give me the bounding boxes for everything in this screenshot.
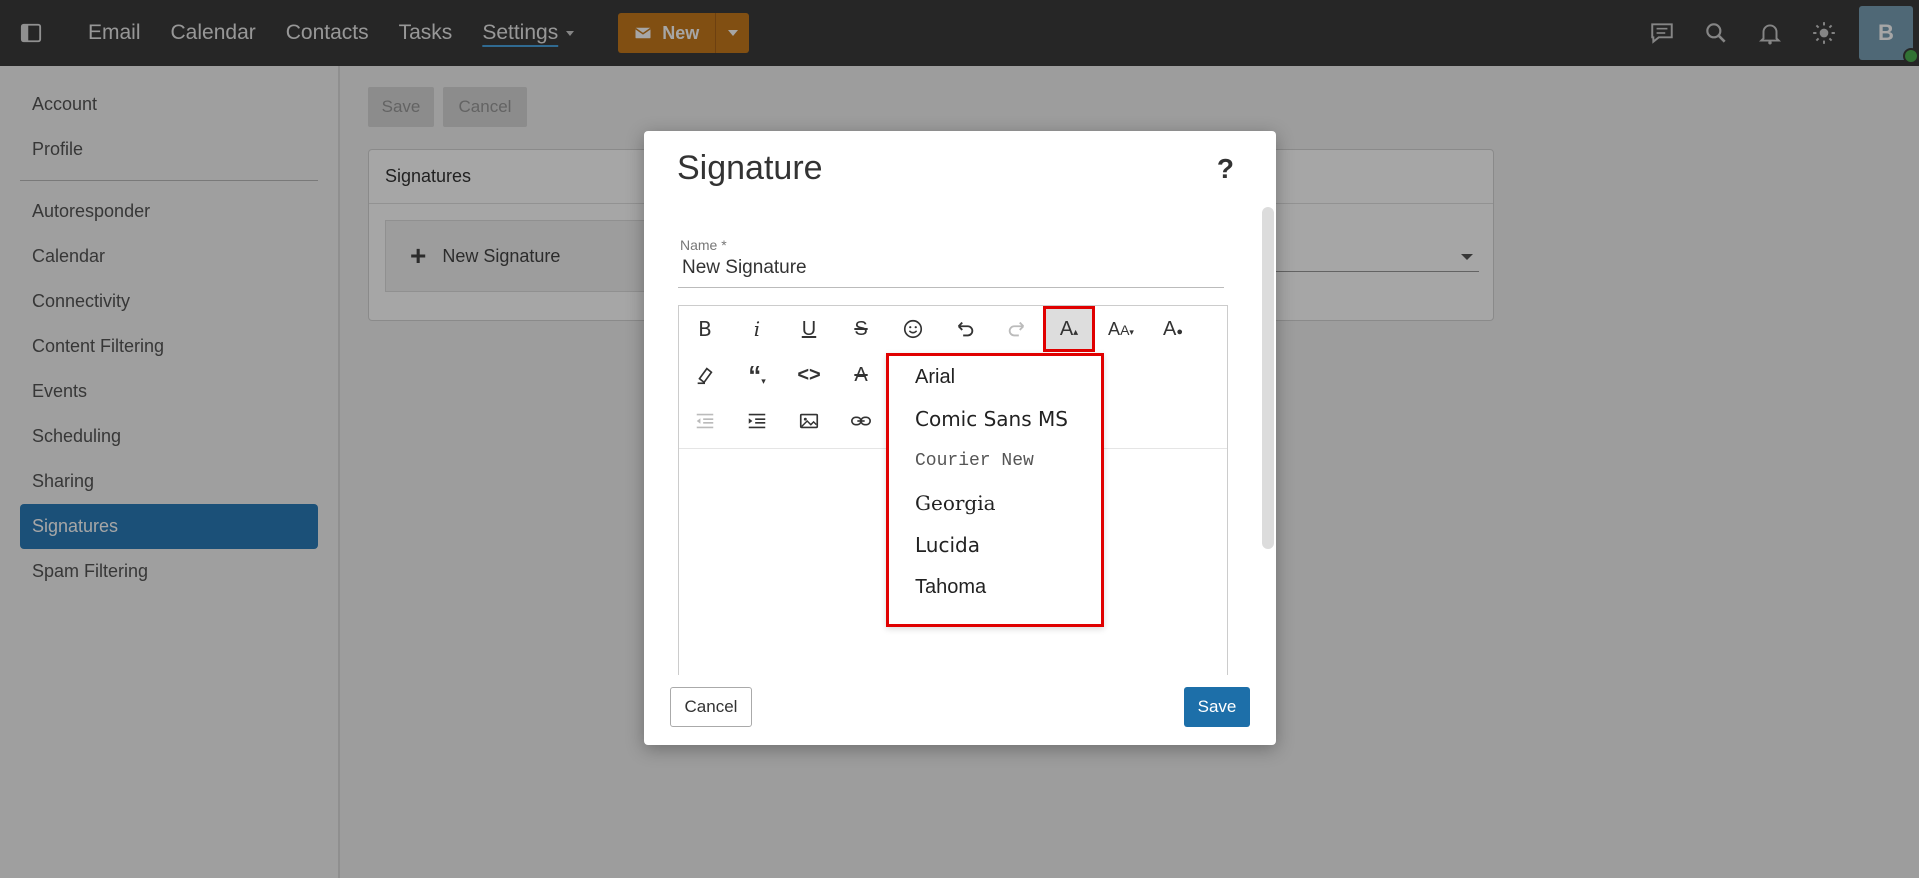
quote-button[interactable]: “▾ (731, 352, 783, 398)
redo-button[interactable] (991, 306, 1043, 352)
indent-icon (748, 413, 766, 429)
highlight-button[interactable] (679, 352, 731, 398)
underline-button[interactable]: U (783, 306, 835, 352)
bold-icon: B (698, 317, 712, 341)
emoji-icon (903, 319, 923, 339)
underline-icon: U (801, 317, 817, 340)
toolbar-row-3 (679, 398, 887, 444)
bold-button[interactable]: B (679, 306, 731, 352)
cancel-button[interactable]: Cancel (670, 687, 752, 727)
italic-button[interactable]: i (731, 306, 783, 352)
italic-icon: i (753, 317, 761, 341)
dialog-footer: Cancel Save (644, 675, 1276, 745)
undo-button[interactable] (939, 306, 991, 352)
font-option-times-new-roman[interactable]: Times New Roman (889, 612, 1101, 625)
undo-icon (957, 321, 974, 337)
font-option-tahoma[interactable]: Tahoma (889, 566, 1101, 608)
quote-icon: “▾ (748, 359, 766, 390)
name-field-label: Name * (680, 237, 727, 253)
highlighter-icon (697, 367, 713, 385)
name-field-underline (678, 287, 1224, 288)
code-icon: <> (797, 363, 821, 386)
font-option-courier-new[interactable]: Courier New (889, 440, 1101, 482)
font-family-icon: A▴ (1059, 317, 1079, 340)
indent-button[interactable] (731, 398, 783, 444)
help-icon[interactable]: ? (1217, 153, 1234, 185)
name-field[interactable]: New Signature (682, 257, 807, 279)
save-button[interactable]: Save (1184, 687, 1250, 727)
font-family-button[interactable]: A▴ (1043, 306, 1095, 352)
strikethrough-icon: S (854, 317, 868, 340)
redo-icon (1008, 321, 1025, 337)
emoji-button[interactable] (887, 306, 939, 352)
clear-formatting-button[interactable]: A (835, 352, 887, 398)
font-color-icon: A● (1163, 317, 1183, 340)
font-size-button[interactable]: AA▾ (1095, 306, 1147, 352)
link-button[interactable] (835, 398, 887, 444)
link-icon (851, 416, 871, 426)
font-option-comic-sans[interactable]: Comic Sans MS (889, 398, 1101, 440)
scrollbar-thumb[interactable] (1262, 207, 1274, 549)
font-option-arial[interactable]: Arial (889, 356, 1101, 398)
font-option-georgia[interactable]: Georgia (889, 482, 1101, 524)
outdent-icon (696, 413, 714, 429)
font-family-dropdown: Arial Comic Sans MS Courier New Georgia … (886, 353, 1104, 627)
outdent-button[interactable] (679, 398, 731, 444)
dialog-title: Signature (677, 149, 823, 187)
toolbar-row-1: B i U S A▴ AA▾ A● (679, 306, 1199, 352)
image-button[interactable] (783, 398, 835, 444)
font-size-icon: AA▾ (1108, 318, 1134, 339)
strikethrough-button[interactable]: S (835, 306, 887, 352)
font-option-lucida[interactable]: Lucida (889, 524, 1101, 566)
clear-formatting-icon: A (854, 363, 868, 386)
code-button[interactable]: <> (783, 352, 835, 398)
image-icon (799, 413, 819, 429)
font-color-button[interactable]: A● (1147, 306, 1199, 352)
